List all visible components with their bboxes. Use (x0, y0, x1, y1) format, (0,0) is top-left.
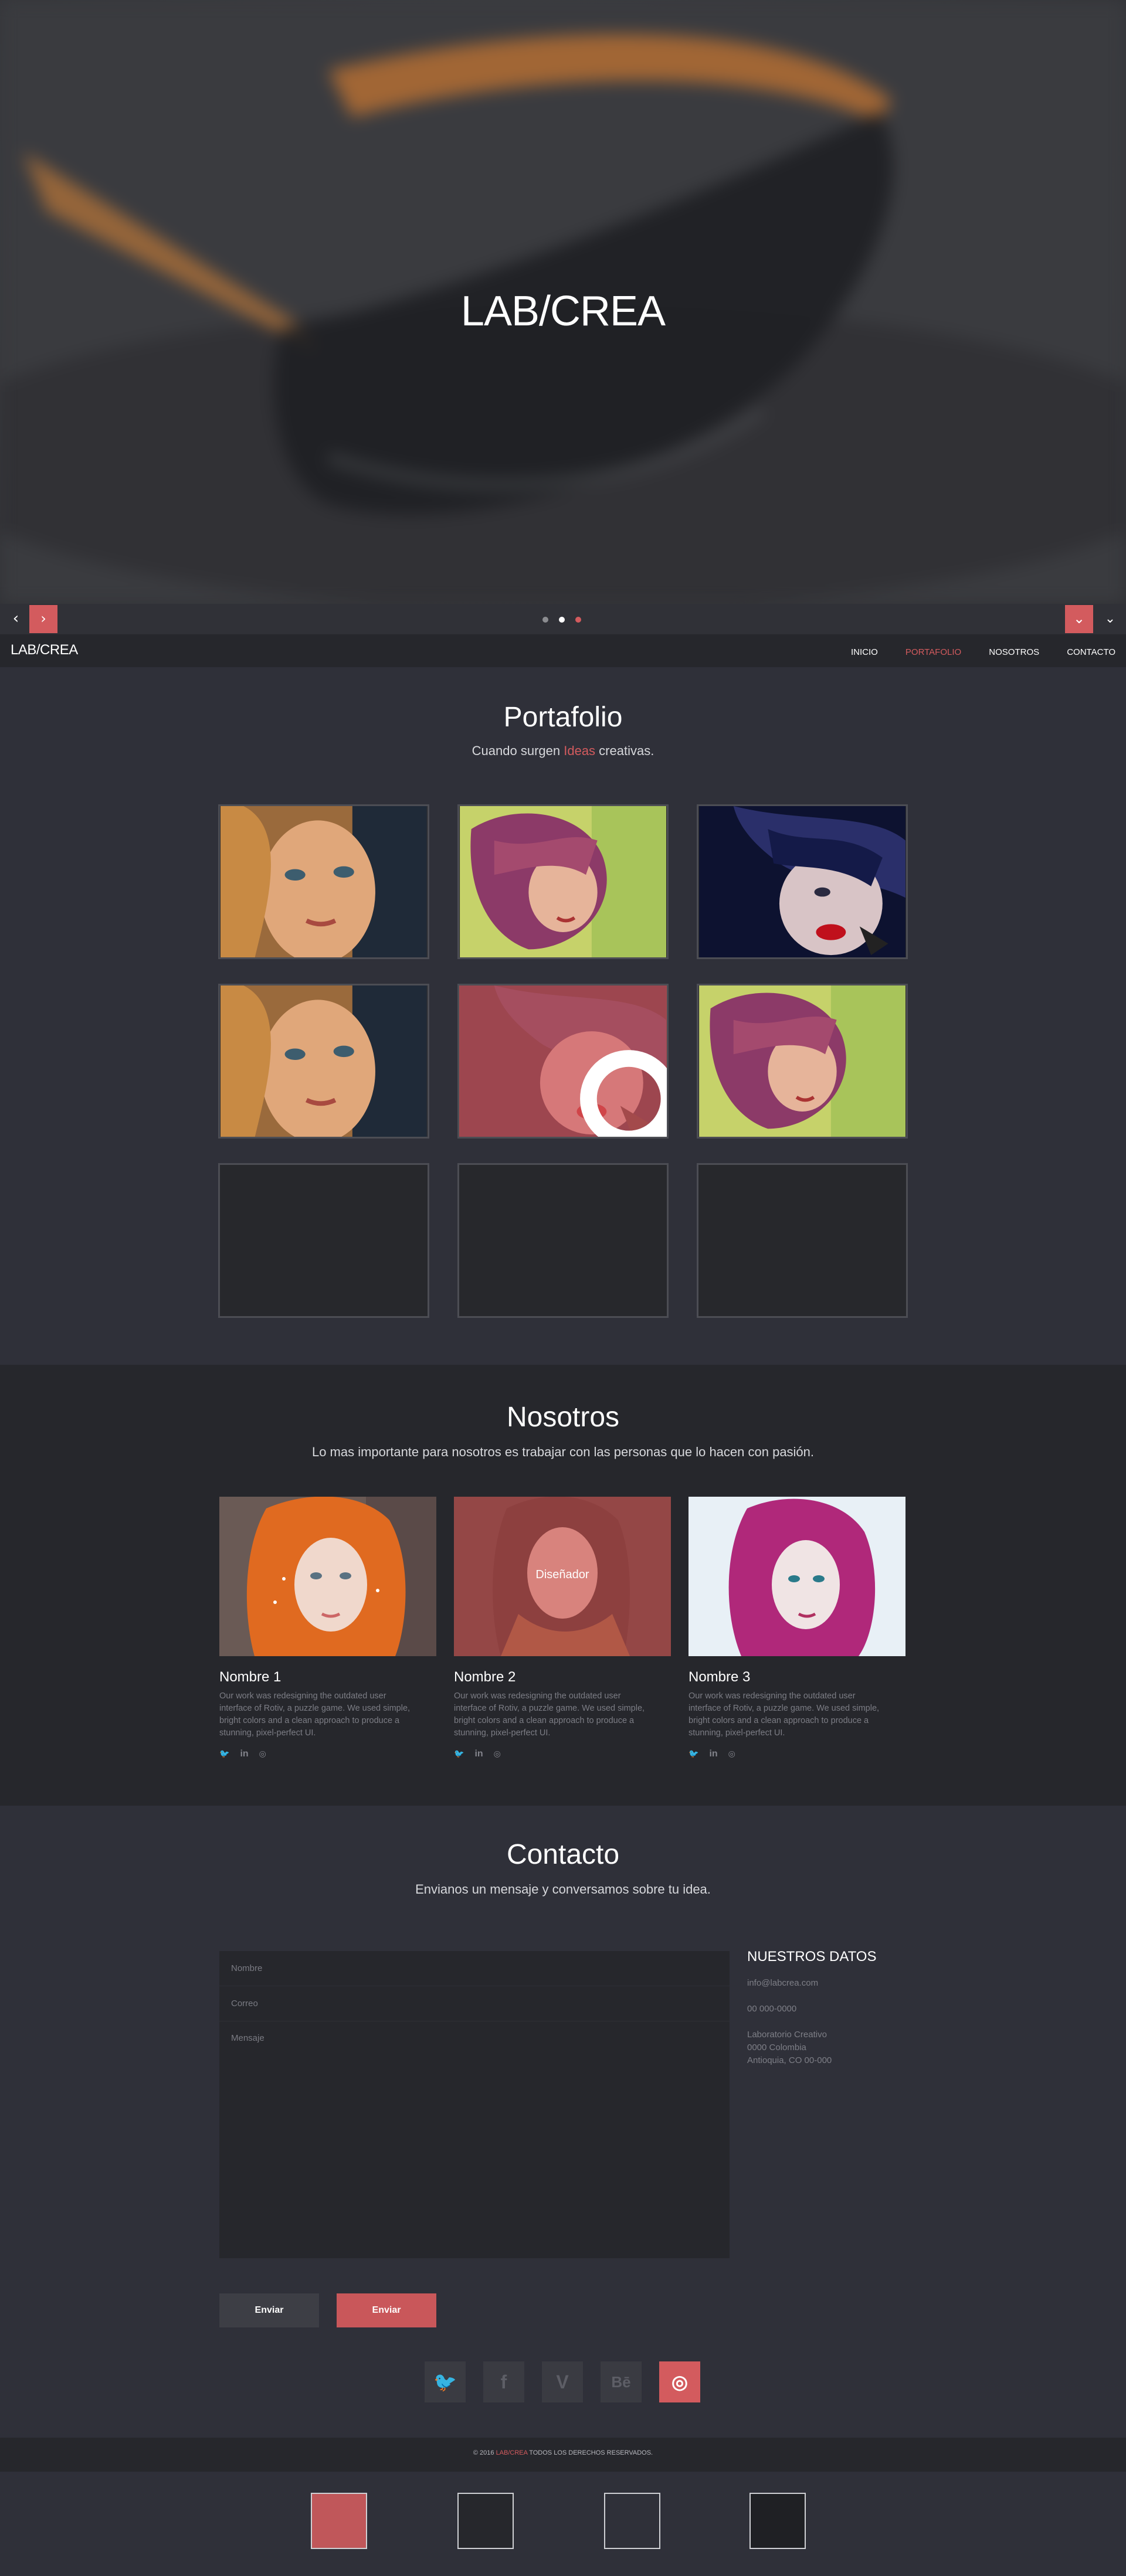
member-name: Nombre 3 (689, 1669, 751, 1685)
chevron-right-icon: › (40, 610, 46, 627)
chevron-down-icon: ⌄ (1073, 610, 1086, 627)
datos-title: NUESTROS DATOS (747, 1949, 877, 1965)
member-description: Our work was redesigning the outdated us… (689, 1691, 880, 1738)
twitter-icon[interactable]: 🐦 (219, 1749, 229, 1759)
twitter-icon[interactable]: 🐦 (454, 1749, 464, 1759)
slider-prev-arrow-icon[interactable]: ‹ (8, 610, 23, 628)
portfolio-subtitle-accent: Ideas (564, 743, 596, 758)
portfolio-item[interactable] (697, 984, 908, 1139)
nosotros-title: Nosotros (506, 1402, 620, 1433)
linkedin-icon[interactable]: in (240, 1749, 248, 1759)
portfolio-image (460, 806, 666, 957)
dribbble-icon[interactable]: ◎ (494, 1749, 501, 1759)
slider-controls: ‹ › ⌄ ⌄ (0, 604, 1126, 634)
nav-item-contacto[interactable]: CONTACTO (1067, 647, 1115, 657)
linkedin-icon[interactable]: in (474, 1749, 483, 1759)
name-field[interactable]: Nombre (219, 1951, 730, 1986)
team-photo[interactable] (219, 1497, 436, 1656)
hero-banner: LAB/CREA (0, 0, 1126, 604)
top-navbar: LAB/CREA INICIO PORTAFOLIO NOSOTROS CONT… (0, 634, 1126, 667)
portfolio-item-empty[interactable] (697, 1163, 908, 1318)
member-role: Diseñador (535, 1568, 589, 1581)
copyright-prefix: © 2016 (473, 2449, 496, 2456)
search-icon[interactable] (540, 1038, 669, 1139)
portfolio-item[interactable] (218, 804, 429, 959)
member-photo (219, 1497, 436, 1656)
portfolio-subtitle-post: creativas. (595, 743, 654, 758)
datos-phone: 00 000-0000 (747, 2004, 797, 2014)
send-button-secondary[interactable]: Enviar (219, 2293, 319, 2327)
team-card: Diseñador Nombre 2 Our work was redesign… (454, 1497, 671, 1759)
email-field[interactable]: Correo (219, 1986, 730, 2021)
portfolio-image (699, 806, 905, 957)
nav-item-nosotros[interactable]: NOSOTROS (989, 647, 1039, 657)
copyright-text: © 2016 LAB/CREA TODOS LOS DERECHOS RESER… (0, 2449, 1126, 2456)
swatch-accent[interactable] (311, 2493, 367, 2549)
scroll-down-button[interactable]: ⌄ (1065, 605, 1093, 633)
datos-email[interactable]: info@labcrea.com (747, 1977, 818, 1990)
team-photo[interactable] (689, 1497, 905, 1656)
hero-title: LAB/CREA (460, 288, 666, 335)
slider-dot-1[interactable] (542, 617, 548, 623)
contacto-subtitle: Envianos un mensaje y conversamos sobre … (415, 1882, 711, 1897)
dribbble-icon[interactable]: ◎ (659, 2361, 700, 2402)
swatch-dark[interactable] (457, 2493, 514, 2549)
chevron-down-icon[interactable]: ⌄ (1103, 610, 1118, 628)
slider-next-button[interactable]: › (29, 605, 57, 633)
portfolio-item-hover[interactable] (457, 984, 669, 1139)
datos-address-line-2: 0000 Colombia (747, 2043, 806, 2052)
portfolio-item-empty[interactable] (457, 1163, 669, 1318)
member-name: Nombre 1 (219, 1669, 282, 1685)
dribbble-icon[interactable]: ◎ (728, 1749, 735, 1759)
portfolio-image (221, 985, 427, 1137)
contacto-title: Contacto (506, 1839, 620, 1870)
color-swatches (0, 2493, 1126, 2549)
nav-menu: INICIO PORTAFOLIO NOSOTROS CONTACTO (826, 646, 1115, 657)
team-photo[interactable]: Diseñador (454, 1497, 671, 1656)
portfolio-image (221, 806, 427, 957)
linkedin-icon[interactable]: in (709, 1749, 717, 1759)
member-description: Our work was redesigning the outdated us… (219, 1691, 411, 1738)
member-photo (689, 1497, 905, 1656)
portfolio-subtitle-pre: Cuando surgen (472, 743, 564, 758)
datos-address-line-3: Antioquia, CO 00-000 (747, 2055, 832, 2065)
nav-item-inicio[interactable]: INICIO (851, 647, 878, 657)
portfolio-title: Portafolio (503, 702, 623, 733)
nav-item-portafolio[interactable]: PORTAFOLIO (905, 647, 961, 657)
swatch-background[interactable] (604, 2493, 660, 2549)
footer: © 2016 LAB/CREA TODOS LOS DERECHOS RESER… (0, 2438, 1126, 2472)
portfolio-item[interactable] (218, 984, 429, 1139)
dribbble-icon[interactable]: ◎ (259, 1749, 266, 1759)
nosotros-subtitle: Lo mas importante para nosotros es traba… (311, 1445, 815, 1459)
copyright-brand[interactable]: LAB/CREA (496, 2449, 528, 2456)
portfolio-grid (218, 804, 908, 1318)
member-social: 🐦 in ◎ (454, 1748, 671, 1759)
slider-dot-3[interactable] (575, 617, 581, 623)
portfolio-item-empty[interactable] (218, 1163, 429, 1318)
portfolio-subtitle: Cuando surgen Ideas creativas. (0, 743, 1126, 759)
vimeo-icon[interactable]: V (542, 2361, 583, 2402)
slider-dots (542, 617, 592, 623)
message-field[interactable]: Mensaje (219, 2021, 730, 2293)
member-description: Our work was redesigning the outdated us… (454, 1691, 645, 1738)
brand-logo[interactable]: LAB/CREA (11, 642, 78, 658)
twitter-icon[interactable]: 🐦 (425, 2361, 466, 2402)
member-social: 🐦 in ◎ (219, 1748, 436, 1759)
swatch-darker[interactable] (749, 2493, 806, 2549)
portfolio-item[interactable] (697, 804, 908, 959)
team-card: Nombre 1 Our work was redesigning the ou… (219, 1497, 436, 1759)
contact-form: Nombre Correo Mensaje (219, 1951, 730, 2258)
copyright-suffix: TODOS LOS DERECHOS RESERVADOS. (527, 2449, 653, 2456)
portfolio-item[interactable] (457, 804, 669, 959)
send-button[interactable]: Enviar (337, 2293, 436, 2327)
datos-address-line-1: Laboratorio Creativo (747, 2030, 827, 2040)
team-card: Nombre 3 Our work was redesigning the ou… (689, 1497, 905, 1759)
behance-icon[interactable]: Bē (601, 2361, 642, 2402)
facebook-icon[interactable]: f (483, 2361, 524, 2402)
member-social: 🐦 in ◎ (689, 1748, 905, 1759)
twitter-icon[interactable]: 🐦 (689, 1749, 698, 1759)
portfolio-image (699, 985, 905, 1137)
member-name: Nombre 2 (454, 1669, 516, 1685)
slider-dot-2[interactable] (559, 617, 565, 623)
